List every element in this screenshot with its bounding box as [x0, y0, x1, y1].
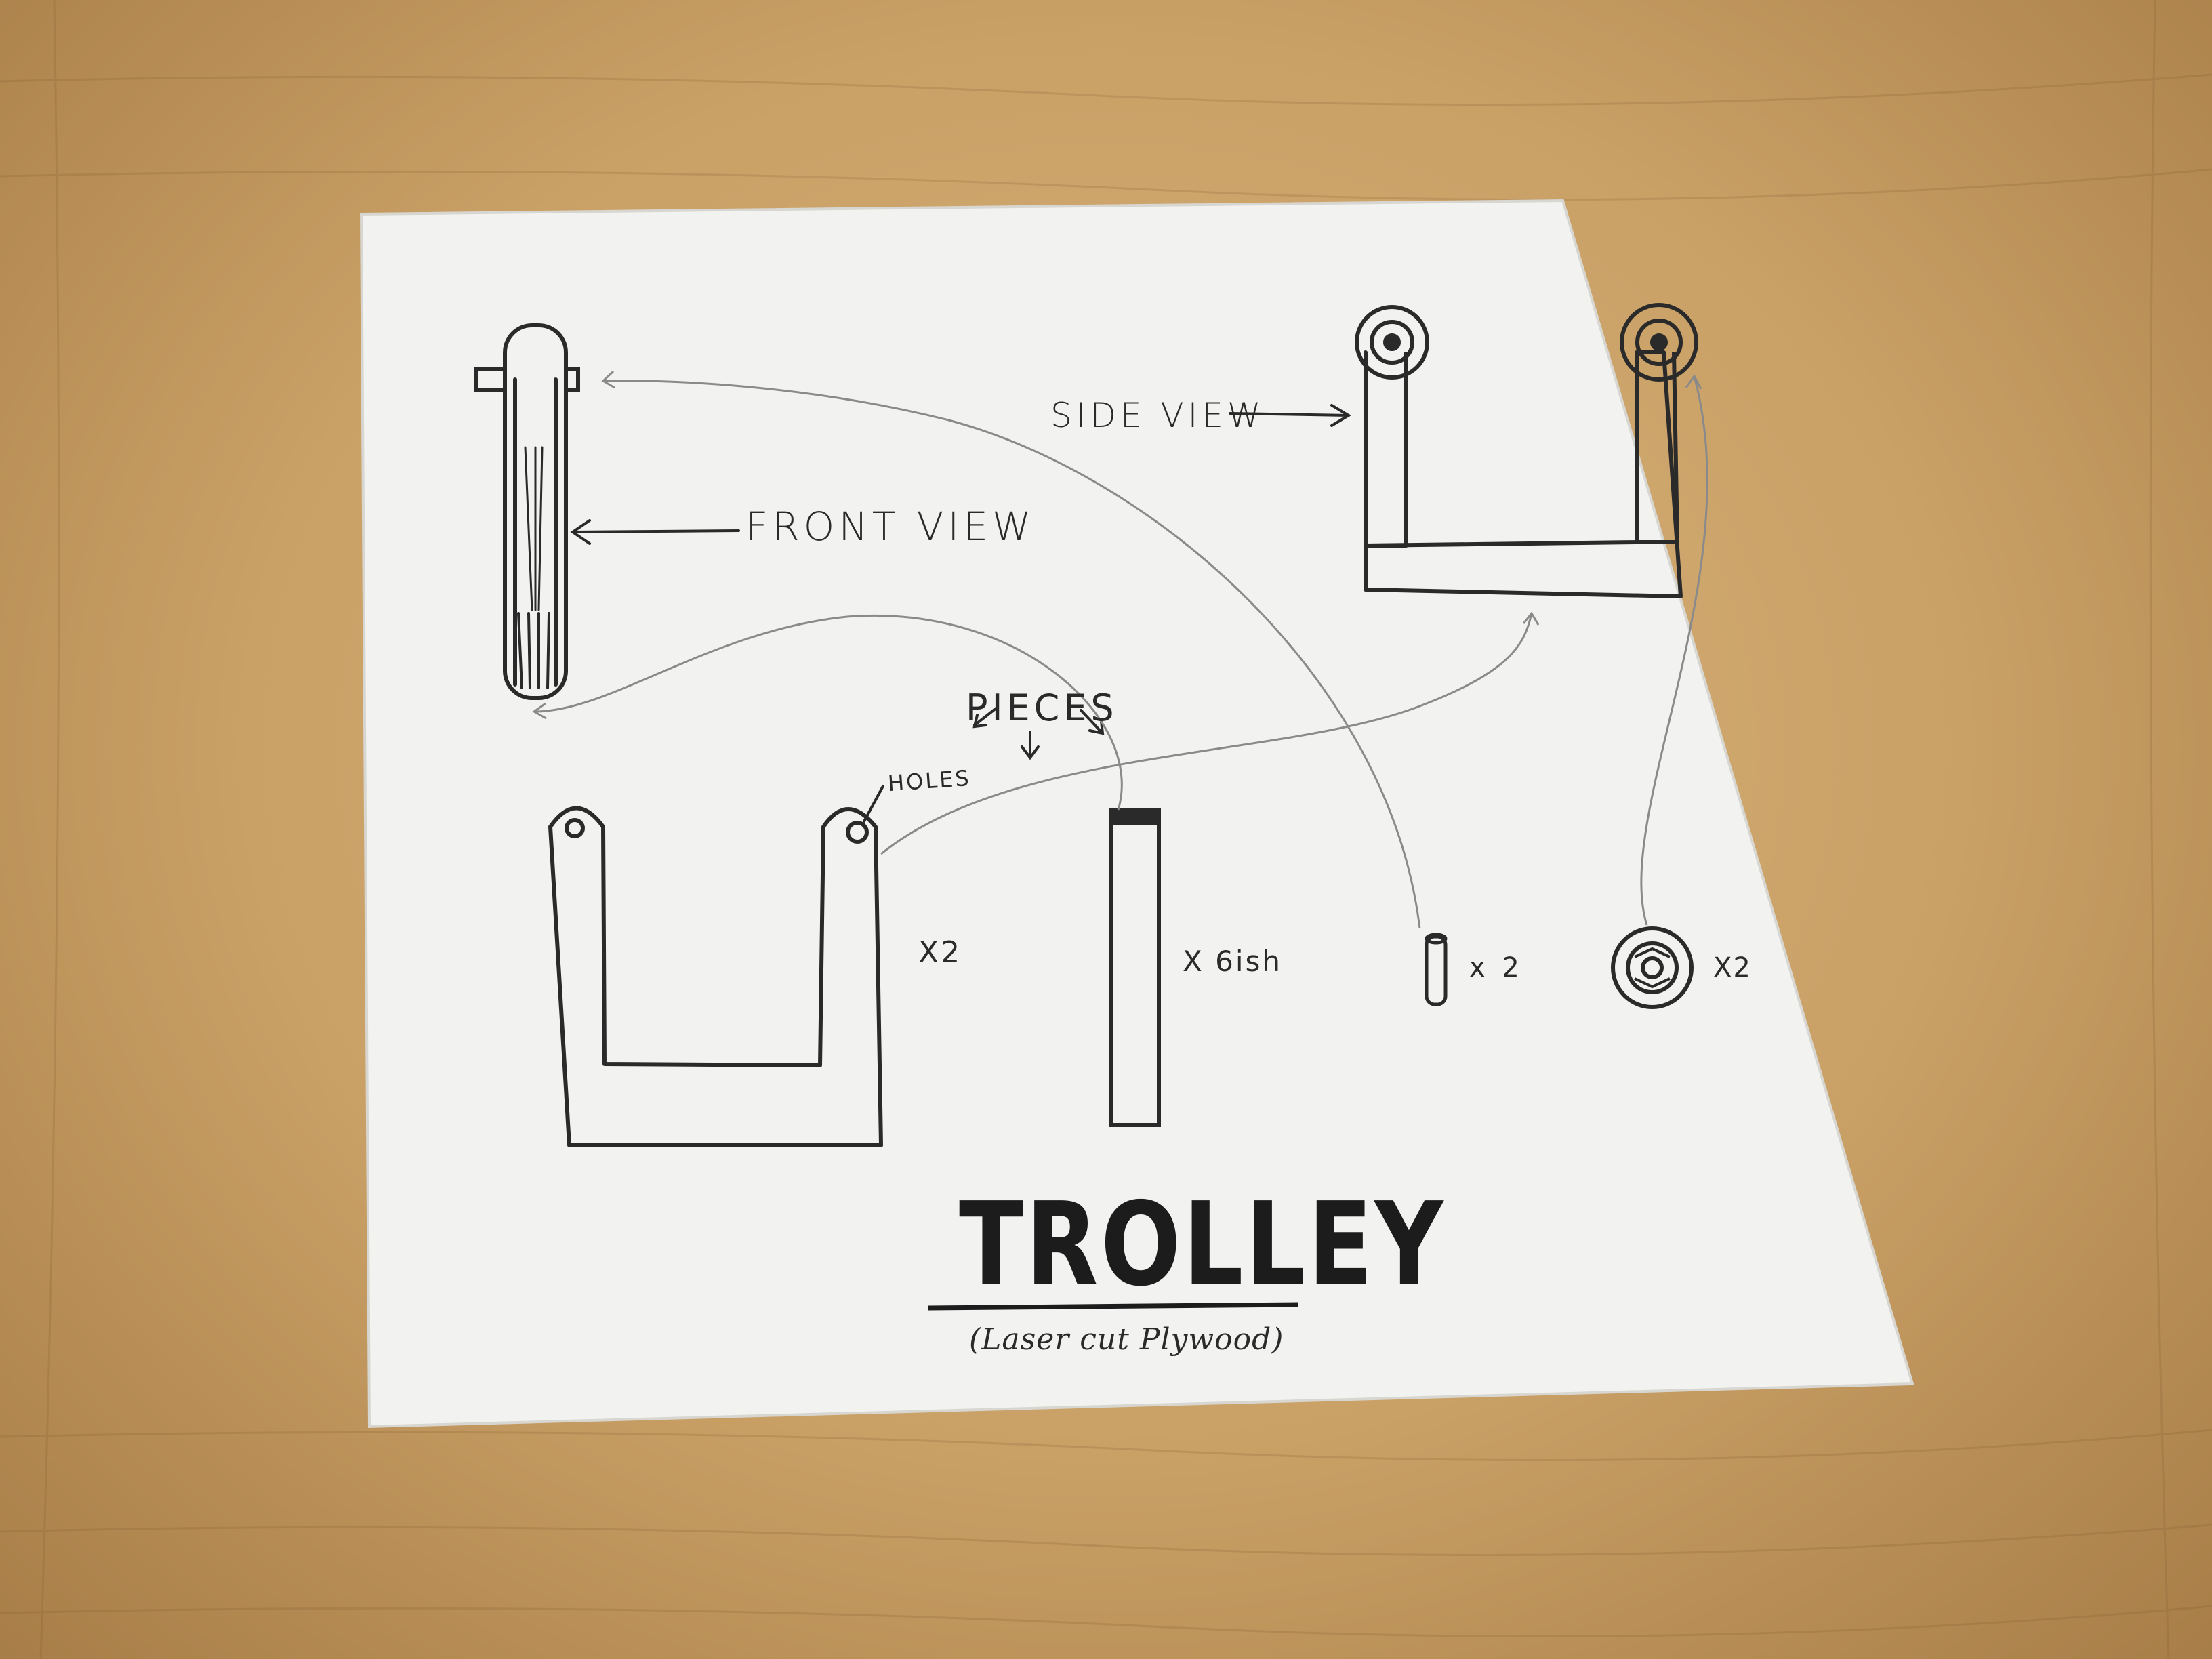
pin-quantity-label: x 2 [1469, 952, 1523, 983]
slat-quantity-label: X 6ish [1183, 945, 1283, 978]
slat-piece-drawing [1109, 808, 1161, 1127]
holes-label: HOLES [886, 764, 972, 797]
wheel-quantity-label: X2 [1713, 952, 1752, 983]
pieces-label: PIECES [966, 687, 1118, 729]
sketch-paper [359, 199, 1914, 1429]
front-view-label: FRONT VIEW [745, 504, 1036, 550]
title: TROLLEY [959, 1178, 1446, 1312]
frame-quantity-label: X2 [918, 935, 962, 970]
subtitle: (Laser cut Plywood) [969, 1322, 1284, 1357]
side-view-label: SIDE VIEW [1050, 396, 1265, 435]
